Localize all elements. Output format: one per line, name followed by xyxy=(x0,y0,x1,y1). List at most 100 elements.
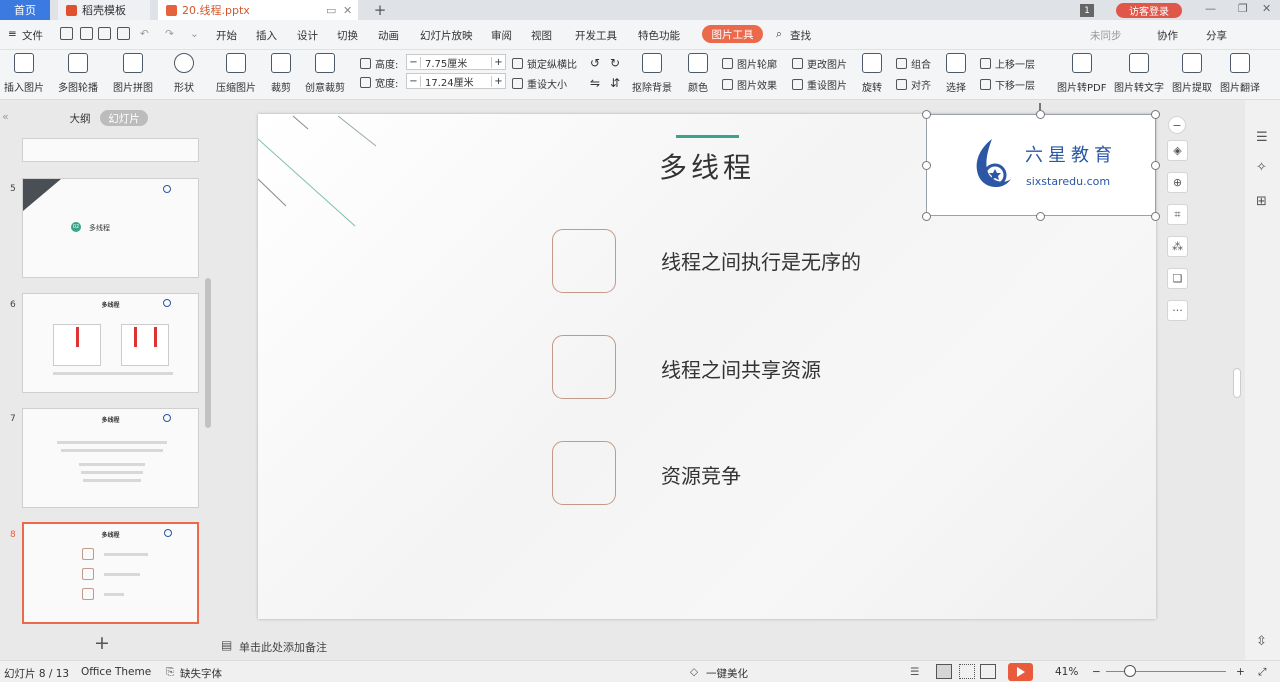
height-input[interactable]: 7.75厘米 xyxy=(421,55,491,70)
normal-view-icon[interactable] xyxy=(936,664,952,679)
crop-icon[interactable]: ⌗ xyxy=(1167,204,1188,225)
tab-picture-tools[interactable]: 图片工具 xyxy=(702,25,763,43)
tab-outline[interactable]: 大纲 xyxy=(60,110,100,126)
bullet-text[interactable]: 线程之间共享资源 xyxy=(661,354,821,383)
width-stepper[interactable]: − 17.24厘米 + xyxy=(406,73,506,89)
login-button[interactable]: 访客登录 xyxy=(1116,3,1182,18)
redo-icon[interactable]: ↷ xyxy=(165,28,174,40)
bullet-text[interactable]: 资源竞争 xyxy=(661,460,741,489)
menu-item[interactable]: 插入 xyxy=(256,28,277,43)
notes-placeholder[interactable]: 单击此处添加备注 xyxy=(239,639,327,655)
bullet-box[interactable] xyxy=(552,441,616,505)
compress-button[interactable]: 压缩图片 xyxy=(216,53,256,94)
pic-effect-button[interactable]: 图片效果 xyxy=(722,77,777,92)
canvas-scrollbar[interactable] xyxy=(1233,368,1241,398)
picture-collage-button[interactable]: 图片拼图 xyxy=(113,53,153,94)
change-pic-button[interactable]: 更改图片 xyxy=(792,56,847,71)
print-icon[interactable] xyxy=(98,27,111,40)
zoom-in-icon[interactable]: + xyxy=(1236,666,1245,678)
save-icon[interactable] xyxy=(60,27,73,40)
theme-name[interactable]: Office Theme xyxy=(81,666,151,678)
zoom-out-icon[interactable]: − xyxy=(1092,666,1101,678)
bring-forward-button[interactable]: 上移一层 xyxy=(980,56,1035,71)
maximize-icon[interactable]: ❐ xyxy=(1238,2,1248,15)
rotate-handle[interactable] xyxy=(1039,103,1041,111)
resize-handle[interactable] xyxy=(1151,110,1160,119)
sync-status[interactable]: 未同步 xyxy=(1090,28,1122,43)
reset-size-button[interactable]: 重设大小 xyxy=(512,76,567,91)
resize-handle[interactable] xyxy=(1151,161,1160,170)
menu-file[interactable]: 文件 xyxy=(22,28,43,43)
slide-thumbnail[interactable]: 多线程 xyxy=(22,293,199,393)
menu-item[interactable]: 设计 xyxy=(297,28,318,43)
tab-slides[interactable]: 幻灯片 xyxy=(100,110,148,126)
creative-crop-button[interactable]: 创意裁剪 xyxy=(305,53,345,94)
resize-handle[interactable] xyxy=(1151,212,1160,221)
fit-window-icon[interactable]: ⤢ xyxy=(1258,666,1266,679)
crop-button[interactable]: 裁剪 xyxy=(271,53,291,94)
multi-contour-button[interactable]: 多图轮播 xyxy=(58,53,98,94)
tab-templates[interactable]: 稻壳模板 xyxy=(58,0,150,20)
height-plus[interactable]: + xyxy=(491,56,505,68)
send-backward-button[interactable]: 下移一层 xyxy=(980,77,1035,92)
close-window-icon[interactable]: ✕ xyxy=(1262,2,1271,15)
reset-pic-button[interactable]: 重设图片 xyxy=(792,77,847,92)
menu-item[interactable]: 开始 xyxy=(216,28,237,43)
remove-bg-button[interactable]: 抠除背景 xyxy=(632,53,672,94)
menu-item[interactable]: 动画 xyxy=(378,28,399,43)
height-minus[interactable]: − xyxy=(407,56,421,68)
thumbnail-scrollbar[interactable] xyxy=(205,278,211,428)
tab-home[interactable]: 首页 xyxy=(0,0,50,20)
grid-view-icon[interactable] xyxy=(959,664,975,679)
translate-button[interactable]: 图片翻译 xyxy=(1220,53,1260,94)
menu-item[interactable]: 开发工具 xyxy=(575,28,617,43)
height-stepper[interactable]: − 7.75厘米 + xyxy=(406,54,506,70)
to-text-button[interactable]: 图片转文字 xyxy=(1114,53,1164,94)
flip-h-icon[interactable]: ⇋ xyxy=(590,76,600,90)
grid-icon[interactable]: ⁂ xyxy=(1167,236,1188,257)
collab-button[interactable]: 协作 xyxy=(1157,28,1178,43)
preview-icon[interactable] xyxy=(117,27,130,40)
shape-button[interactable]: 形状 xyxy=(174,53,194,94)
resize-handle[interactable] xyxy=(922,161,931,170)
rotate-right-icon[interactable]: ↻ xyxy=(610,56,620,70)
insert-picture-button[interactable]: 插入图片 xyxy=(4,53,44,94)
more-icon[interactable]: ··· xyxy=(1167,300,1188,321)
notes-toggle-icon[interactable]: ☰ xyxy=(910,666,919,678)
rotate-button[interactable]: 旋转 xyxy=(862,53,882,94)
monitor-icon[interactable]: ▭ xyxy=(326,4,336,17)
menu-item[interactable]: 特色功能 xyxy=(638,28,680,43)
resize-handle[interactable] xyxy=(922,212,931,221)
menu-item[interactable]: 视图 xyxy=(531,28,552,43)
menu-item[interactable]: 审阅 xyxy=(491,28,512,43)
minimize-icon[interactable]: — xyxy=(1205,2,1216,15)
resize-handle[interactable] xyxy=(1036,110,1045,119)
tab-document[interactable]: 20.线程.pptx ▭ ✕ xyxy=(158,0,358,20)
search-icon[interactable]: ⌕ xyxy=(776,28,782,41)
zoom-in-icon[interactable]: ⊕ xyxy=(1167,172,1188,193)
zoom-slider-handle[interactable] xyxy=(1124,665,1136,677)
width-input[interactable]: 17.24厘米 xyxy=(421,74,491,89)
share-button[interactable]: 分享 xyxy=(1206,28,1227,43)
pic-to-pdf-icon[interactable]: ❏ xyxy=(1167,268,1188,289)
bullet-box[interactable] xyxy=(552,335,616,399)
undo-icon[interactable]: ↶ xyxy=(140,28,149,40)
more-quick-icon[interactable]: ⌄ xyxy=(190,28,199,40)
missing-font-link[interactable]: 缺失字体 xyxy=(180,666,222,681)
slide-thumbnail[interactable] xyxy=(22,138,199,162)
lock-ratio-checkbox[interactable]: 锁定纵横比 xyxy=(512,56,577,71)
extract-button[interactable]: 图片提取 xyxy=(1172,53,1212,94)
width-minus[interactable]: − xyxy=(407,75,421,87)
format-icon[interactable]: ⊞ xyxy=(1256,194,1267,209)
slide-thumbnail[interactable]: 多线程 xyxy=(22,408,199,508)
search-label[interactable]: 查找 xyxy=(790,28,811,43)
bullet-box[interactable] xyxy=(552,229,616,293)
export-icon[interactable] xyxy=(80,27,93,40)
close-tab-icon[interactable]: ✕ xyxy=(343,4,352,17)
slide-thumbnail-selected[interactable]: 多线程 xyxy=(22,522,199,624)
select-button[interactable]: 选择 xyxy=(946,53,966,94)
menu-item[interactable]: 切换 xyxy=(337,28,358,43)
star-icon[interactable]: ✧ xyxy=(1256,160,1267,175)
pic-outline-button[interactable]: 图片轮廓 xyxy=(722,56,777,71)
to-pdf-button[interactable]: 图片转PDF xyxy=(1057,53,1106,94)
